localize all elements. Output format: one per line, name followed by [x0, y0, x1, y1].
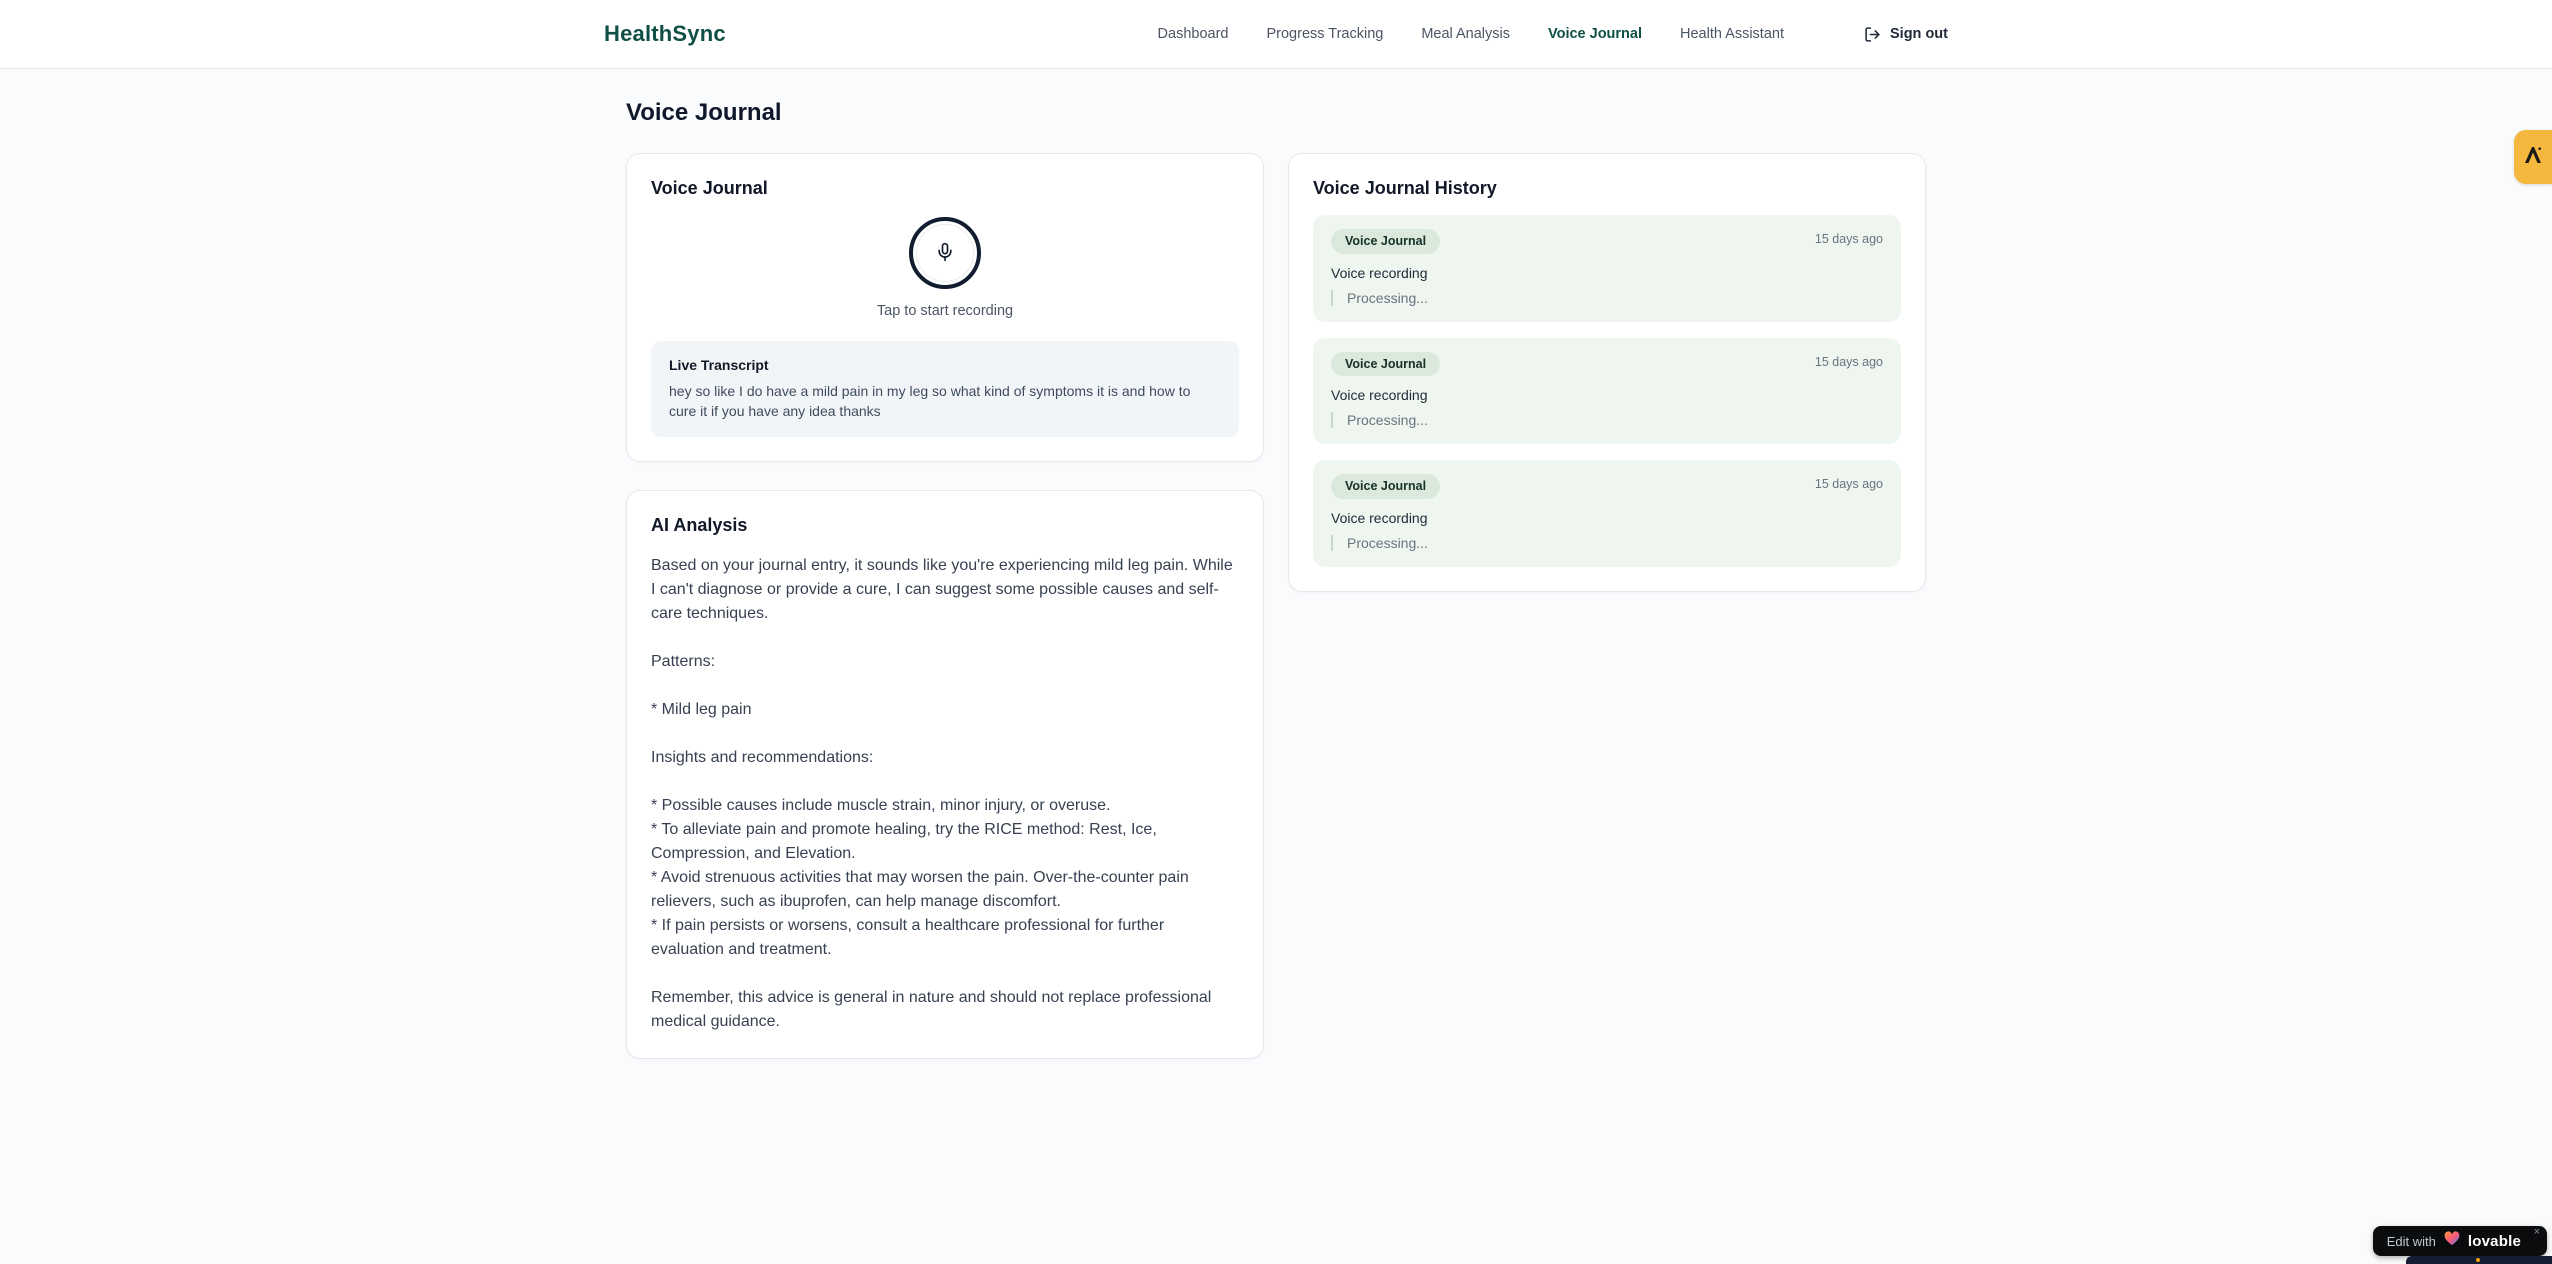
nav-link-voice-journal[interactable]: Voice Journal	[1548, 26, 1642, 42]
app-logo[interactable]: HealthSync	[604, 21, 726, 47]
ai-analysis-title: AI Analysis	[651, 515, 748, 535]
history-entry-time: 15 days ago	[1814, 477, 1883, 491]
sign-out-label: Sign out	[1890, 26, 1948, 42]
mic-section: Tap to start recording	[651, 217, 1239, 319]
history-entry-status: Processing...	[1331, 534, 1883, 551]
nav-link-meal-analysis[interactable]: Meal Analysis	[1421, 26, 1510, 42]
side-extension-tab[interactable]	[2514, 130, 2552, 184]
ai-analysis-card: AI Analysis Based on your journal entry,…	[626, 490, 1264, 1059]
sign-out-button[interactable]: Sign out	[1864, 26, 1948, 43]
nav-link-health-assistant[interactable]: Health Assistant	[1680, 26, 1784, 42]
history-entry-header: Voice Journal 15 days ago	[1331, 474, 1883, 499]
history-entry-label: Voice recording	[1331, 387, 1428, 403]
history-entry: Voice Journal 15 days ago Voice recordin…	[1313, 215, 1901, 322]
record-button-inner-ring	[916, 224, 974, 282]
close-icon[interactable]: ×	[2534, 1227, 2540, 1238]
sign-out-icon	[1864, 26, 1881, 43]
history-entry-status: Processing...	[1331, 289, 1883, 306]
history-entry-header: Voice Journal 15 days ago	[1331, 351, 1883, 376]
top-nav-bar: HealthSync Dashboard Progress Tracking M…	[0, 0, 2552, 69]
history-entry-badge: Voice Journal	[1331, 474, 1441, 499]
history-entry-time: 15 days ago	[1814, 354, 1883, 369]
history-entry-label: Voice recording	[1331, 509, 1428, 526]
edit-with-label: Edit with	[2386, 1233, 2436, 1249]
left-column: Voice Journal Tap to start recording Liv…	[626, 153, 1264, 1059]
record-button[interactable]	[909, 217, 981, 289]
live-transcript-text: hey so like I do have a mild pain in my …	[669, 383, 1191, 419]
lovable-brand-label: lovable	[2467, 1232, 2521, 1250]
live-transcript-title: Live Transcript	[669, 357, 769, 373]
main-nav: Dashboard Progress Tracking Meal Analysi…	[1158, 26, 1948, 43]
history-panel-title: Voice Journal History	[1313, 178, 1497, 198]
right-column: Voice Journal History Voice Journal 15 d…	[1288, 153, 1926, 592]
content-grid: Voice Journal Tap to start recording Liv…	[626, 153, 1926, 1059]
history-entry-status: Processing...	[1331, 412, 1883, 428]
microphone-icon	[935, 242, 955, 265]
strip-dot	[2476, 1258, 2480, 1262]
live-transcript-box: Live Transcript hey so like I do have a …	[651, 341, 1239, 437]
heart-icon	[2444, 1231, 2460, 1251]
main-content: Voice Journal Voice Journal Tap to start…	[626, 69, 1926, 1059]
history-entry-badge: Voice Journal	[1331, 351, 1441, 376]
nav-link-progress-tracking[interactable]: Progress Tracking	[1266, 26, 1383, 42]
voice-recorder-card: Voice Journal Tap to start recording Liv…	[626, 153, 1264, 462]
nav-link-dashboard[interactable]: Dashboard	[1158, 26, 1229, 42]
header-inner: HealthSync Dashboard Progress Tracking M…	[604, 21, 1948, 47]
history-entry-badge: Voice Journal	[1331, 229, 1441, 254]
history-panel: Voice Journal History Voice Journal 15 d…	[1288, 153, 1926, 592]
history-entry-label: Voice recording	[1331, 264, 1428, 281]
recorder-card-title: Voice Journal	[651, 178, 768, 198]
page-title: Voice Journal	[626, 99, 782, 126]
history-entry: Voice Journal 15 days ago Voice recordin…	[1313, 460, 1901, 567]
history-entry: Voice Journal 15 days ago Voice recordin…	[1313, 337, 1901, 444]
ai-analysis-body: Based on your journal entry, it sounds l…	[651, 557, 1233, 1030]
edit-with-lovable-badge[interactable]: Edit with lovable ×	[2372, 1226, 2547, 1256]
history-entry-time: 15 days ago	[1814, 232, 1883, 246]
tap-to-record-hint: Tap to start recording	[876, 303, 1014, 319]
secondary-badge-strip	[2406, 1256, 2552, 1264]
history-entry-header: Voice Journal 15 days ago	[1331, 229, 1883, 254]
lambda-logo-icon	[2521, 143, 2545, 172]
